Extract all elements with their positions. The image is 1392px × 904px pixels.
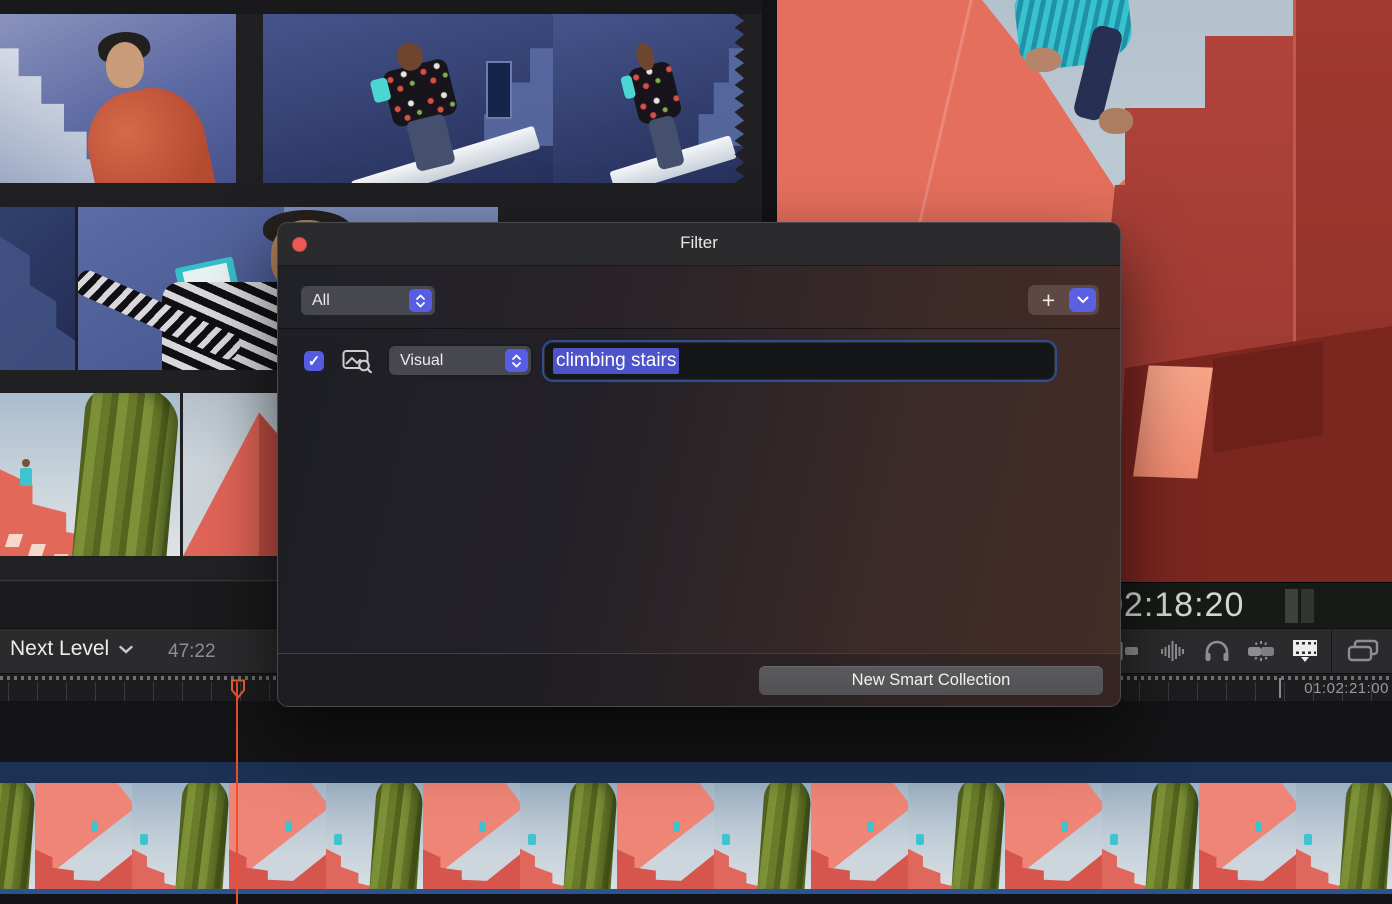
dialog-title: Filter — [278, 233, 1120, 253]
cactus-shape — [71, 393, 180, 556]
filmstrip-frame-cactus — [0, 783, 35, 889]
project-popup[interactable]: Next Level — [10, 637, 133, 661]
toolbar-divider — [1331, 628, 1332, 674]
add-criterion-menu-button[interactable] — [1069, 288, 1096, 312]
filmstrip-frame-stairs — [35, 783, 132, 889]
filmstrip-frame-stairs — [617, 783, 714, 889]
timeline-body — [0, 701, 1392, 904]
criterion-type-popup[interactable]: Visual — [389, 346, 531, 375]
scope-popup[interactable]: All — [301, 286, 435, 315]
crossfade-icon[interactable] — [1239, 629, 1283, 673]
audio-waveform-icon[interactable] — [1151, 629, 1195, 673]
filmstrip-frame-cactus — [520, 783, 617, 889]
person-shape — [20, 468, 33, 486]
filter-dialog: Filter All + ✓ — [277, 222, 1121, 707]
clip-thumbnail-orange-jacket[interactable] — [0, 14, 236, 183]
ruler-major-tick — [1279, 678, 1281, 698]
person-shape — [106, 42, 144, 88]
filmstrip-frame-stairs — [1199, 783, 1296, 889]
timeline-clip-filmstrip — [0, 783, 1392, 889]
new-smart-collection-button[interactable]: New Smart Collection — [759, 666, 1103, 695]
up-down-chevrons-icon — [505, 349, 528, 372]
scene — [263, 14, 553, 183]
person-shape — [1025, 48, 1061, 72]
criterion-type-value: Visual — [400, 352, 443, 370]
up-down-chevrons-icon — [409, 289, 432, 312]
viewer-timecode[interactable]: 02:18:20 — [1104, 586, 1244, 625]
search-term-input[interactable]: climbing stairs — [544, 342, 1055, 380]
clip-footer — [0, 889, 1392, 894]
timeline-view-options — [1107, 629, 1392, 673]
filmstrip-icon[interactable] — [1283, 629, 1327, 673]
filmstrip-frame-cactus — [326, 783, 423, 889]
browser-top-strip — [0, 0, 762, 14]
chevron-down-icon — [119, 645, 133, 654]
filmstrip-frame-stairs — [423, 783, 520, 889]
filter-dialog-titlebar: Filter — [278, 223, 1120, 266]
playhead-line[interactable] — [236, 682, 238, 904]
clip-thumbnail-dark-stairs[interactable] — [0, 207, 75, 370]
criterion-checkbox[interactable]: ✓ — [304, 351, 324, 371]
filmstrip-frame-stairs — [811, 783, 908, 889]
person-shape — [78, 78, 220, 183]
filmstrip-frame-cactus — [908, 783, 1005, 889]
filter-dialog-footer: New Smart Collection — [278, 653, 1120, 707]
add-criterion-group: + — [1028, 285, 1099, 315]
filmstrip-frame-cactus — [1102, 783, 1199, 889]
solo-headphones-icon[interactable] — [1195, 629, 1239, 673]
clip-header — [0, 762, 1392, 783]
filmstrip-frame-cactus — [132, 783, 229, 889]
ruler-timecode: 01:02:21:00 — [1304, 680, 1389, 697]
audio-meter — [1301, 589, 1314, 623]
filter-criterion-row: ✓ Visual climbing stairs — [278, 330, 1120, 394]
selected-text: climbing stairs — [553, 348, 679, 374]
clip-thumbnail-cactus[interactable] — [0, 393, 180, 556]
filter-dialog-toolbar: All + — [278, 266, 1120, 329]
scene — [553, 14, 744, 183]
photo-search-icon — [342, 349, 372, 373]
clip-thumbnail-blue-room-cropped[interactable] — [553, 14, 744, 183]
add-criterion-button[interactable]: + — [1028, 285, 1069, 315]
project-name: Next Level — [10, 637, 109, 661]
scope-popup-value: All — [312, 292, 330, 310]
filmstrip-frame-cactus — [1296, 783, 1392, 889]
chevron-down-icon — [1077, 296, 1089, 304]
clip-thumbnail-blue-room[interactable] — [263, 14, 553, 183]
final-cut-pro-window: 02:18:20 Next Level 47:22 — [0, 0, 1392, 904]
audio-meter — [1285, 589, 1298, 623]
person-shape — [1099, 108, 1133, 134]
playhead-marker[interactable] — [230, 679, 246, 699]
filmstrip-frame-stairs — [229, 783, 326, 889]
wall-shadow-shape — [1213, 341, 1323, 452]
filmstrip-frame-stairs — [1005, 783, 1102, 889]
filmstrip-frame-cactus — [714, 783, 811, 889]
timeline-clip[interactable] — [0, 762, 1392, 896]
index-icon[interactable] — [1336, 629, 1392, 673]
stairs-shape — [0, 207, 75, 370]
timeline-duration: 47:22 — [168, 641, 216, 663]
